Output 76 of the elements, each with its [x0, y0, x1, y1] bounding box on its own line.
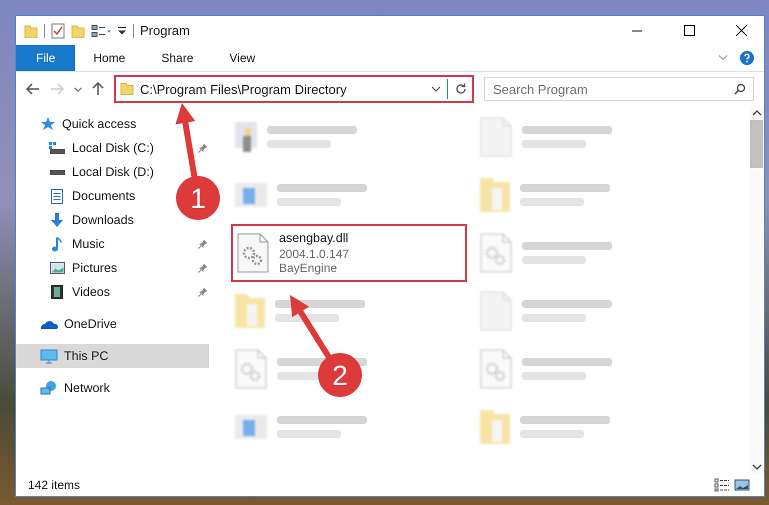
minimize-icon [632, 30, 642, 32]
nav-label: Network [64, 381, 110, 395]
drive-icon [49, 142, 65, 154]
pin-icon[interactable] [198, 263, 208, 273]
nav-item[interactable]: This PC [16, 344, 209, 368]
music-note-icon [52, 236, 62, 252]
close-icon [736, 25, 746, 36]
scroll-down-icon[interactable] [752, 464, 762, 470]
ribbon-tab[interactable]: Share [143, 45, 212, 71]
nav-label: This PC [64, 349, 108, 363]
nav-item[interactable]: Videos [72, 285, 110, 299]
customize-toolbar-icon[interactable] [117, 26, 127, 34]
download-arrow-icon [51, 213, 63, 227]
nav-item[interactable]: Downloads [72, 213, 134, 227]
nav-item[interactable]: OneDrive [16, 312, 209, 336]
scroll-up-icon[interactable] [752, 110, 762, 116]
chevron-down-icon[interactable] [74, 86, 82, 92]
blurred-text-bar [520, 198, 584, 206]
ribbon-tab[interactable]: File [16, 45, 76, 71]
blurred-text-bar [522, 314, 586, 322]
blurred-text-bar [277, 198, 341, 206]
nav-label: OneDrive [64, 317, 117, 331]
file-name: asengbay.dll [279, 231, 350, 245]
star-icon [40, 116, 56, 132]
nav-item[interactable]: Documents [72, 189, 136, 203]
item-count: 142 items [28, 478, 80, 492]
nav-item[interactable]: Network [16, 376, 209, 400]
pin-icon[interactable] [198, 239, 208, 249]
film-icon [51, 285, 63, 299]
ribbon-tab[interactable]: Home [75, 45, 144, 71]
up-arrow-icon[interactable] [92, 82, 104, 96]
search-icon[interactable] [734, 83, 746, 95]
blurred-text-bar [522, 256, 586, 264]
blurred-text-bar [520, 430, 584, 438]
search-field[interactable]: Search Program [484, 77, 754, 101]
address-path: C:\Program Files\Program Directory [140, 82, 348, 96]
nav-item[interactable]: Local Disk (C:) [72, 141, 154, 155]
folder-icon [120, 83, 134, 95]
help-icon[interactable] [740, 51, 754, 65]
blurred-text-bar [277, 430, 341, 438]
nav-item[interactable]: Pictures [72, 261, 118, 275]
nav-item[interactable]: Local Disk (D:) [72, 165, 154, 179]
network-icon [40, 380, 58, 396]
monitor-icon [40, 348, 58, 364]
file-detail: BayEngine [279, 261, 338, 275]
back-arrow-icon[interactable] [26, 83, 40, 95]
nav-item[interactable]: Music [72, 237, 105, 251]
file-detail: 2004.1.0.147 [279, 247, 350, 261]
large-icons-view-icon[interactable] [734, 479, 750, 491]
step-callout: 1 [176, 176, 220, 220]
cloud-icon [40, 318, 58, 330]
pin-icon[interactable] [198, 143, 208, 153]
address-bar[interactable]: C:\Program Files\Program Directory [114, 75, 474, 103]
gears-file-icon [237, 233, 269, 273]
blurred-text-bar [522, 372, 586, 380]
file-tile[interactable]: asengbay.dll 2004.1.0.147 BayEngine [231, 224, 467, 282]
drive-icon [50, 170, 64, 174]
picture-icon [50, 262, 64, 274]
blurred-text-bar [267, 140, 331, 148]
blurred-text-bar [522, 140, 586, 148]
nav-label: Quick access [62, 117, 136, 131]
document-icon [51, 188, 63, 204]
view-options-icon[interactable] [91, 24, 111, 36]
scroll-thumb[interactable] [750, 120, 763, 168]
step-callout: 2 [318, 353, 362, 397]
nav-item[interactable]: Quick access [16, 112, 209, 136]
refresh-icon[interactable] [454, 82, 468, 96]
pin-icon[interactable] [198, 287, 208, 297]
callout-arrow [290, 295, 332, 359]
maximize-icon [684, 25, 694, 36]
chevron-down-icon[interactable] [431, 86, 441, 92]
scrollbar[interactable] [749, 106, 764, 474]
details-view-icon[interactable] [714, 478, 730, 492]
ribbon-tab[interactable]: View [211, 45, 274, 71]
window-title: Program [140, 23, 190, 38]
properties-icon[interactable] [51, 22, 65, 38]
